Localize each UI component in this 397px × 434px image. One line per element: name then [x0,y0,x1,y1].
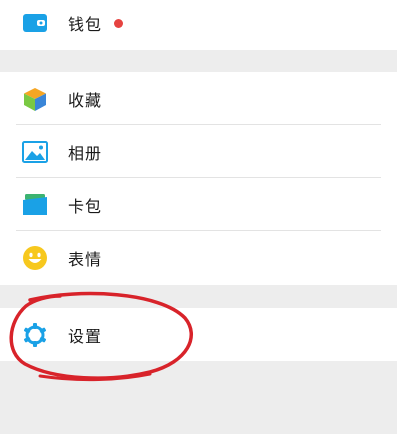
menu-item-cards[interactable]: 卡包 [0,178,397,231]
main-group: 收藏 相册 卡包 表情 [0,72,397,285]
gear-icon [22,322,48,348]
menu-item-label: 表情 [68,249,103,269]
menu-item-favorites[interactable]: 收藏 [0,72,397,125]
menu-item-settings[interactable]: 设置 [0,308,397,361]
menu-item-label: 设置 [68,326,103,346]
smiley-face-icon [22,245,48,271]
wallet-icon [22,10,48,36]
card-wallet-icon [22,192,48,218]
favorites-cube-icon [22,86,48,112]
menu-item-label: 收藏 [68,90,103,110]
wallet-group: 钱包 [0,0,397,50]
menu-item-stickers[interactable]: 表情 [0,231,397,284]
menu-item-wallet[interactable]: 钱包 [0,0,397,50]
menu-item-label: 卡包 [68,196,103,216]
menu-item-label: 钱包 [68,15,103,34]
photo-album-icon [22,139,48,165]
settings-group: 设置 [0,308,397,361]
notification-badge [114,18,123,28]
menu-item-album[interactable]: 相册 [0,125,397,178]
menu-item-label: 相册 [68,143,103,163]
